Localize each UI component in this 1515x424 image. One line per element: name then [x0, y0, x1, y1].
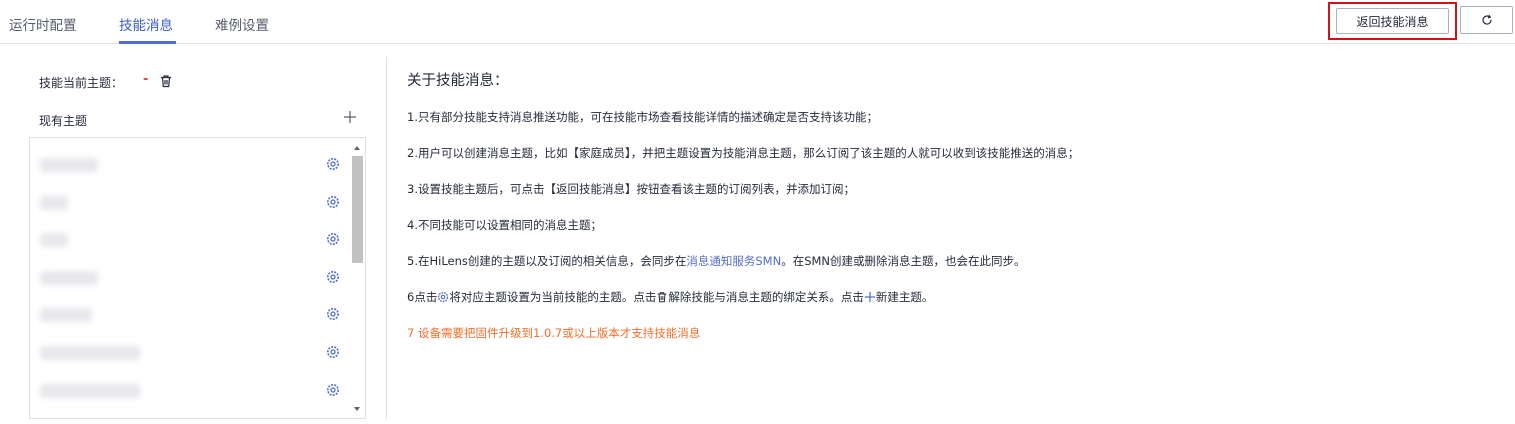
blurred-topic-name: [40, 384, 140, 398]
return-skill-message-button[interactable]: 返回技能消息: [1336, 8, 1449, 34]
info-line-3: 3.设置技能主题后，可点击【返回技能消息】按钮查看该主题的订阅列表，并添加订阅；: [407, 182, 855, 196]
info-line-6-text-b: 将对应主题设置为当前技能的主题。点击: [449, 290, 657, 304]
list-item[interactable]: [38, 152, 343, 178]
refresh-icon: [1481, 14, 1492, 25]
panel-divider: [386, 57, 387, 419]
info-line-5-text-b: 。在SMN创建或删除消息主题，也会在此同步。: [781, 254, 1026, 268]
list-item[interactable]: [38, 302, 343, 328]
info-line-6-text-c: 解除技能与消息主题的绑定关系。点击: [668, 290, 864, 304]
info-title: 关于技能消息：: [407, 73, 509, 89]
existing-topics-label: 现有主题: [39, 114, 88, 128]
gear-icon[interactable]: [326, 157, 340, 171]
scroll-up-arrow-icon[interactable]: [353, 144, 361, 152]
current-topic-value: -: [143, 72, 149, 87]
trash-icon: [658, 292, 667, 303]
tab-hard-example-settings[interactable]: 难例设置: [215, 14, 269, 34]
trash-icon[interactable]: [159, 74, 173, 88]
list-item[interactable]: [38, 265, 343, 291]
highlight-box: 返回技能消息: [1328, 2, 1457, 40]
gear-icon: [438, 291, 449, 303]
refresh-button[interactable]: [1460, 6, 1513, 34]
info-line-6: 6点击 将对应主题设置为当前技能的主题。点击 解除技能与消息主题的绑定关系。点击 新建…: [407, 289, 933, 305]
gear-icon[interactable]: [326, 345, 340, 359]
add-topic-icon[interactable]: [343, 110, 357, 124]
gear-icon[interactable]: [326, 195, 340, 209]
blurred-topic-name: [40, 308, 92, 322]
scroll-down-arrow-icon[interactable]: [353, 405, 361, 413]
blurred-topic-name: [40, 271, 98, 285]
info-line-5-text-a: 5.在HiLens创建的主题以及订阅的相关信息，会同步在: [407, 254, 687, 268]
blurred-topic-name: [40, 346, 140, 360]
gear-icon[interactable]: [326, 307, 340, 321]
active-tab-indicator: [119, 41, 176, 44]
tab-bar: 运行时配置 技能消息 难例设置 返回技能消息: [0, 0, 1515, 44]
gear-icon[interactable]: [326, 232, 340, 246]
info-line-5: 5.在HiLens创建的主题以及订阅的相关信息，会同步在消息通知服务SMN。在S…: [407, 253, 1026, 269]
topic-list: [29, 137, 366, 419]
gear-icon[interactable]: [326, 270, 340, 284]
info-line-6-text-a: 6点击: [407, 290, 438, 304]
scroll-thumb[interactable]: [352, 156, 363, 263]
list-item[interactable]: [38, 227, 343, 253]
info-line-2: 2.用户可以创建消息主题，比如【家庭成员】，并把主题设置为技能消息主题，那么订阅…: [407, 146, 1080, 160]
list-item[interactable]: [38, 340, 343, 366]
list-item[interactable]: [38, 378, 343, 404]
info-line-4: 4.不同技能可以设置相同的消息主题；: [407, 218, 602, 232]
gear-icon[interactable]: [326, 383, 340, 397]
current-topic-label: 技能当前主题：: [39, 76, 124, 90]
info-line-1: 1.只有部分技能支持消息推送功能，可在技能市场查看技能详情的描述确定是否支持该功…: [407, 110, 878, 124]
blurred-topic-name: [40, 196, 68, 210]
info-line-6-text-d: 新建主题。: [875, 290, 934, 304]
blurred-topic-name: [40, 233, 68, 247]
scrollbar[interactable]: [349, 140, 363, 416]
blurred-topic-name: [40, 158, 98, 172]
list-item[interactable]: [38, 190, 343, 216]
smn-link[interactable]: 消息通知服务SMN: [686, 254, 781, 268]
info-line-7-warning: 7 设备需要把固件升级到1.0.7或以上版本才支持技能消息: [407, 326, 701, 340]
tab-skill-message[interactable]: 技能消息: [119, 14, 173, 34]
tab-runtime-config[interactable]: 运行时配置: [9, 14, 77, 34]
plus-icon: [864, 291, 875, 303]
